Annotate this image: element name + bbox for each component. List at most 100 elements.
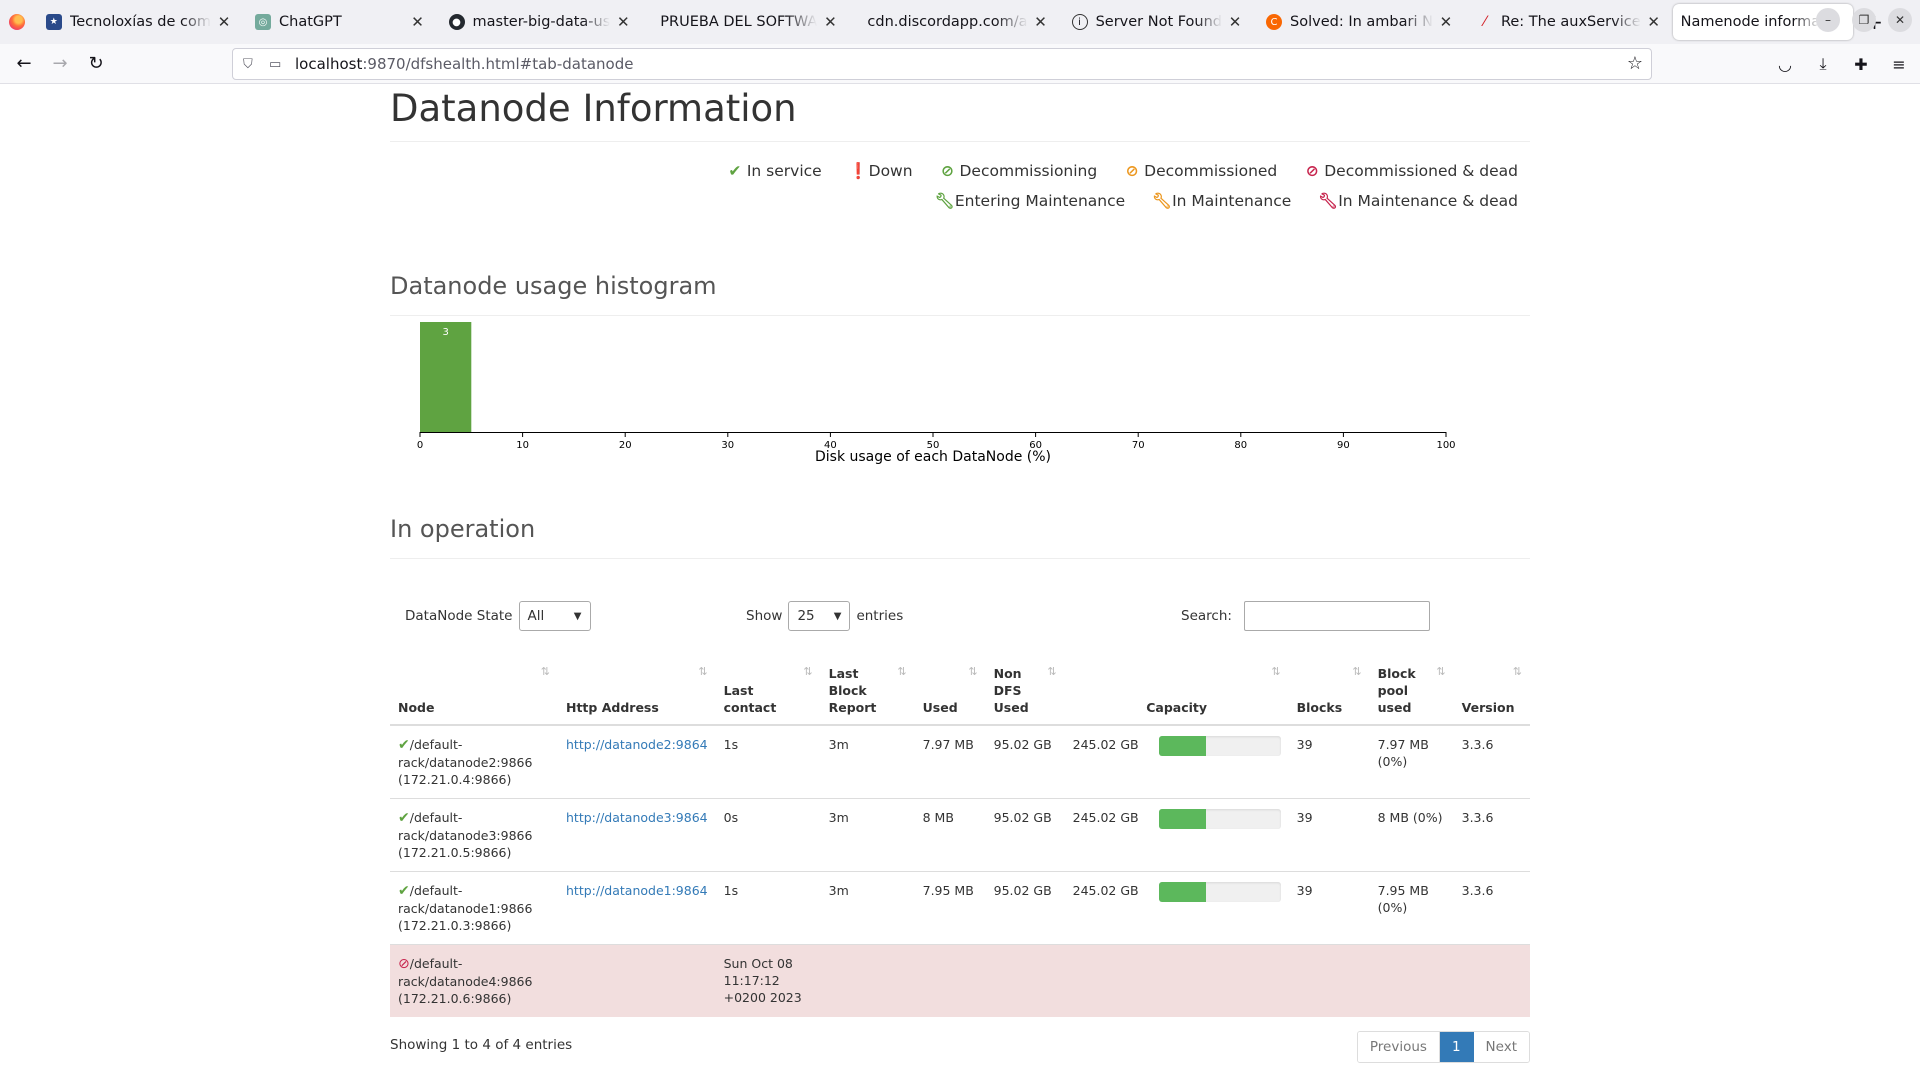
info-icon: i: [1071, 14, 1088, 30]
sort-icon: ⇅: [1352, 665, 1361, 678]
cell-version: 3.3.6: [1453, 724, 1530, 799]
menu-icon[interactable]: ≡: [1882, 48, 1916, 80]
minimize-icon[interactable]: –: [1816, 8, 1840, 32]
page-length: Show 25 ▼ entries: [746, 601, 909, 631]
x-tick-label: 10: [516, 440, 529, 451]
back-icon[interactable]: ←: [6, 48, 42, 80]
exclamation-circle-icon: ❗: [848, 162, 868, 180]
column-header-block-pool[interactable]: Block pool used ⇅: [1369, 653, 1454, 726]
x-tick-label: 0: [417, 440, 423, 451]
http-address-link[interactable]: http://datanode3:9864: [566, 810, 708, 825]
column-header-non-dfs[interactable]: Non DFS Used ⇅: [985, 653, 1065, 726]
column-header-used[interactable]: Used ⇅: [914, 653, 986, 726]
cell-blocks: 39: [1288, 871, 1370, 945]
forward-icon[interactable]: →: [42, 48, 78, 80]
close-icon[interactable]: ✕: [821, 13, 839, 31]
status-legend: ✔ In service ❗Down ⊘ Decommissioning ⊘ Deco…: [390, 156, 1530, 216]
search-input[interactable]: [1243, 601, 1430, 631]
wrench-icon: 🔧︎: [934, 192, 955, 210]
table-info: Showing 1 to 4 of 4 entries: [390, 1037, 573, 1053]
pocket-icon[interactable]: ◡: [1768, 48, 1802, 80]
reload-icon[interactable]: ↻: [78, 48, 114, 80]
x-tick-label: 100: [1436, 440, 1455, 451]
firefox-view-icon[interactable]: [0, 0, 34, 44]
column-header-version[interactable]: Version ⇅: [1453, 653, 1530, 726]
close-window-icon[interactable]: ✕: [1888, 8, 1912, 32]
ban-icon: ⊘: [941, 162, 954, 180]
browser-tab[interactable]: ◎ ChatGPT ✕: [243, 4, 437, 40]
operation-title: In operation: [390, 491, 1530, 559]
download-icon[interactable]: ⤓: [1806, 48, 1840, 80]
browser-tab[interactable]: cdn.discordapp.com/a ✕: [849, 4, 1059, 40]
close-icon[interactable]: ✕: [1437, 13, 1455, 31]
feather-icon: ⁄: [1483, 14, 1487, 30]
tab-title: Namenode informatio: [1680, 14, 1821, 30]
capacity-bar: [1158, 736, 1281, 756]
page-1-button[interactable]: 1: [1439, 1032, 1474, 1062]
close-icon[interactable]: ✕: [614, 13, 632, 31]
shield-icon[interactable]: ⛉: [243, 57, 261, 72]
histogram-bar: [420, 322, 472, 432]
url-host: localhost: [295, 55, 363, 73]
capacity-bar: [1158, 882, 1281, 902]
column-header-node[interactable]: Node ⇅: [390, 653, 558, 726]
close-icon[interactable]: ✕: [1645, 13, 1663, 31]
browser-tab[interactable]: ⁄ Re: The auxService ✕: [1465, 4, 1673, 40]
close-icon[interactable]: ✕: [215, 13, 233, 31]
x-tick-label: 30: [721, 440, 734, 451]
sort-icon: ⇅: [1436, 665, 1445, 678]
entries-label: entries: [856, 608, 904, 624]
x-tick-label: 90: [1337, 440, 1350, 451]
show-label: Show: [746, 608, 783, 624]
legend-item: ⊘ Decommissioned & dead: [1304, 156, 1518, 186]
cell-http: http://datanode2:9864: [558, 724, 716, 799]
histogram-svg: 30 10 20 30 40 50 60 70 80 90 100Disk usage of eac…: [417, 322, 1456, 465]
cell-pool-used: 8 MB (0%): [1369, 798, 1454, 872]
browser-tab[interactable]: ● master-big-data-us ✕: [437, 4, 643, 40]
browser-tab[interactable]: ★ Tecnoloxías de com ✕: [34, 4, 243, 40]
x-tick-label: 70: [1132, 440, 1145, 451]
chatgpt-icon: ◎: [255, 14, 272, 30]
sort-icon: ⇅: [968, 665, 977, 678]
page-content: Datanode Information ✔ In service ❗Down ⊘…: [390, 84, 1530, 1085]
column-header-blocks[interactable]: Blocks ⇅: [1288, 653, 1370, 726]
restore-icon[interactable]: ❐: [1852, 8, 1876, 32]
column-header-http[interactable]: Http Address ⇅: [558, 653, 716, 726]
page-icon[interactable]: ▭: [269, 57, 287, 72]
close-icon[interactable]: ✕: [1032, 13, 1050, 31]
cell-used: 7.97 MB: [914, 724, 986, 799]
extensions-icon[interactable]: ✚: [1844, 48, 1878, 80]
close-icon[interactable]: ✕: [1226, 13, 1244, 31]
browser-tab[interactable]: i Server Not Found ✕: [1060, 4, 1254, 40]
column-header-last-contact[interactable]: Last contact ⇅: [715, 653, 821, 726]
browser-tab[interactable]: C Solved: In ambari N ✕: [1254, 4, 1465, 40]
next-button[interactable]: Next: [1473, 1032, 1529, 1062]
browser-tab[interactable]: PRUEBA DEL SOFTWA ✕: [642, 4, 849, 40]
tab-title: Tecnoloxías de com: [69, 14, 212, 30]
cell-blocks: 39: [1288, 724, 1370, 799]
cell-blocks: 39: [1288, 798, 1370, 872]
cell-non-dfs: 95.02 GB: [985, 798, 1065, 872]
http-address-link[interactable]: http://datanode2:9864: [566, 737, 708, 752]
table-controls: DataNode State All ▼ Show 25 ▼ entries Sea…: [390, 579, 1530, 653]
legend-item: ✔ In service: [727, 156, 821, 186]
page-length-select[interactable]: 25 ▼: [788, 601, 851, 631]
legend-item: ⊘ Decommissioning: [940, 156, 1097, 186]
column-header-last-block-report[interactable]: Last Block Report ⇅: [820, 653, 915, 726]
navigation-toolbar: ← → ↻ ⛉ ▭ localhost:9870/dfshealth.html#…: [0, 44, 1920, 84]
cell-http: http://datanode3:9864: [558, 798, 716, 872]
cell-node: ⊘/default-rack/datanode4:9866 (172.21.0.…: [390, 944, 558, 1017]
http-address-link[interactable]: http://datanode1:9864: [566, 883, 708, 898]
tab-title: Server Not Found: [1095, 14, 1223, 30]
capacity-bar: [1158, 809, 1281, 829]
state-select[interactable]: All ▼: [518, 601, 591, 631]
cell-pool-used: 7.97 MB (0%): [1369, 724, 1454, 799]
column-header-capacity[interactable]: Capacity ⇅: [1064, 653, 1289, 726]
close-icon[interactable]: ✕: [409, 13, 427, 31]
bookmark-star-icon[interactable]: ☆: [1627, 53, 1643, 74]
previous-button[interactable]: Previous: [1357, 1032, 1440, 1062]
cell-non-dfs: 95.02 GB: [985, 724, 1065, 799]
legend-item: 🔧︎Entering Maintenance: [935, 186, 1125, 216]
cell-last-contact: 1s: [715, 871, 821, 945]
address-bar[interactable]: ⛉ ▭ localhost:9870/dfshealth.html#tab-da…: [232, 48, 1652, 80]
